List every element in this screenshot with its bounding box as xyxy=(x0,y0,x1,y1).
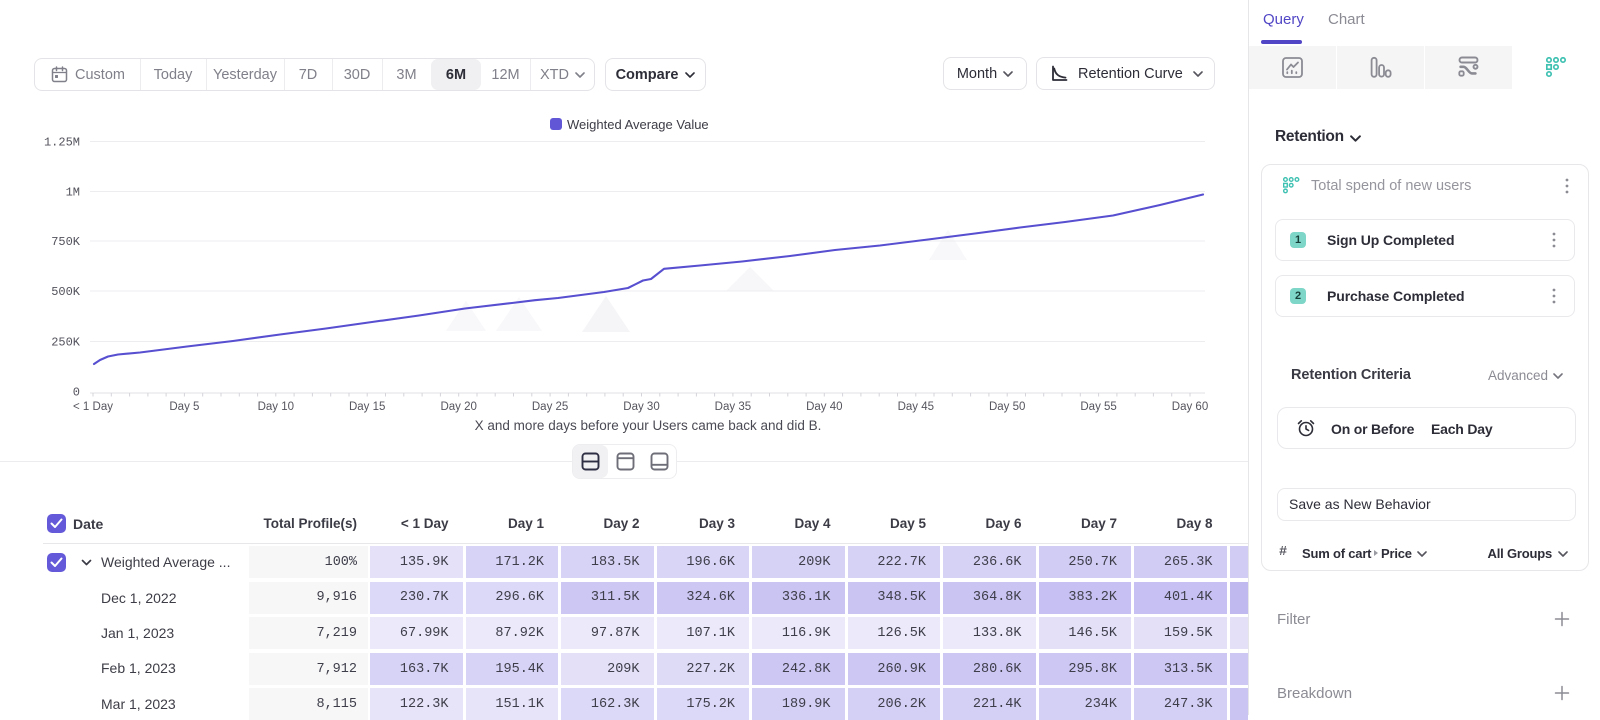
svg-text:Day 35: Day 35 xyxy=(715,401,751,413)
svg-text:Day 50: Day 50 xyxy=(989,401,1025,413)
svg-text:Day 15: Day 15 xyxy=(349,401,385,413)
svg-text:500K: 500K xyxy=(51,285,81,299)
svg-text:Day 60: Day 60 xyxy=(1172,401,1208,413)
svg-text:Day 55: Day 55 xyxy=(1080,401,1116,413)
svg-text:0: 0 xyxy=(73,386,80,400)
svg-text:< 1 Day: < 1 Day xyxy=(73,401,113,413)
svg-text:Day 30: Day 30 xyxy=(623,401,659,413)
svg-text:Day 10: Day 10 xyxy=(258,401,294,413)
svg-text:Day 20: Day 20 xyxy=(440,401,476,413)
svg-text:1M: 1M xyxy=(66,186,80,200)
svg-text:750K: 750K xyxy=(51,235,81,249)
svg-text:Day 25: Day 25 xyxy=(532,401,568,413)
svg-text:Day 40: Day 40 xyxy=(806,401,842,413)
svg-text:1.25M: 1.25M xyxy=(44,136,80,150)
svg-text:Day 45: Day 45 xyxy=(898,401,934,413)
svg-text:Day 5: Day 5 xyxy=(169,401,199,413)
svg-text:250K: 250K xyxy=(51,336,81,350)
